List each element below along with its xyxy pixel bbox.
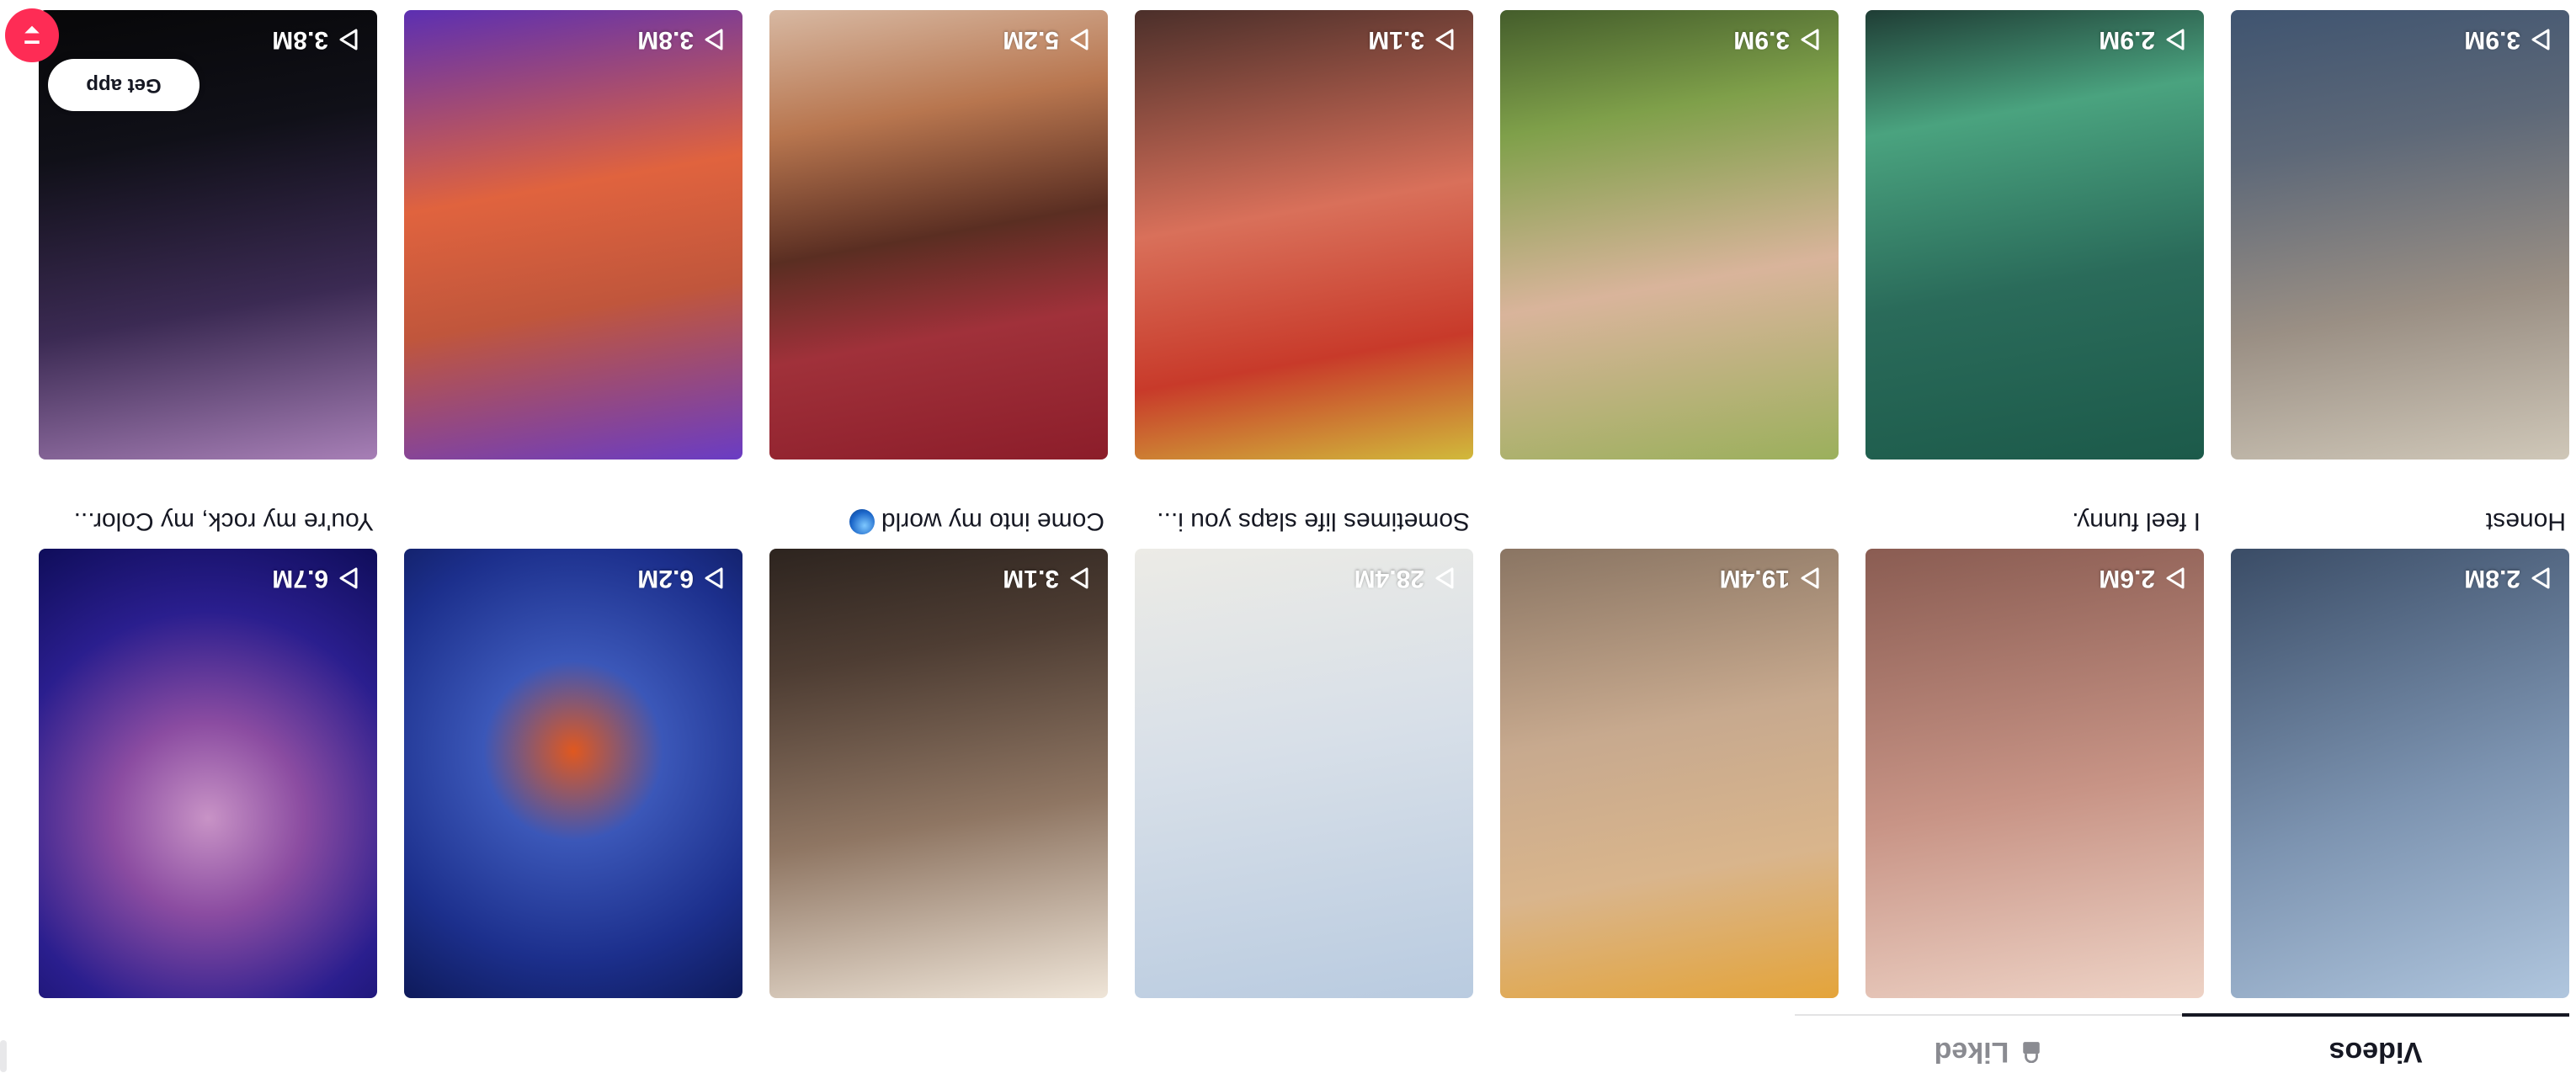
tab-liked[interactable]: Liked (1795, 1015, 2182, 1089)
play-icon (339, 567, 358, 589)
tab-active-underline (2182, 1013, 2569, 1017)
view-count: 2.9M (2099, 25, 2185, 54)
video-card[interactable]: 2.8M (2231, 549, 2569, 998)
view-count: 2.8M (2464, 564, 2551, 592)
view-count: 3.8M (272, 25, 359, 54)
video-card[interactable]: 3.9M (1500, 10, 1839, 460)
play-icon (2531, 567, 2550, 589)
video-caption: Come into my world (766, 502, 1104, 535)
play-icon (1801, 567, 1819, 589)
video-card[interactable]: 5.2M (769, 10, 1108, 460)
video-card[interactable]: 6.2M (404, 549, 742, 998)
play-icon (1070, 567, 1088, 589)
play-icon (1070, 29, 1088, 50)
tab-divider (1795, 1014, 2182, 1016)
play-icon (705, 29, 723, 50)
lock-icon (2023, 1042, 2041, 1063)
play-icon (2166, 29, 2185, 50)
video-card[interactable]: 3.1M (1135, 10, 1473, 460)
view-count: 3.9M (2464, 25, 2551, 54)
scroll-edge-marker (0, 1040, 7, 1072)
tab-videos-label: Videos (2329, 1036, 2423, 1069)
collapse-badge-button[interactable] (5, 8, 59, 62)
view-count: 2.6M (2099, 564, 2185, 592)
play-icon (339, 29, 358, 50)
view-count: 3.9M (1733, 25, 1820, 54)
tab-videos[interactable]: Videos (2182, 1015, 2569, 1089)
video-card[interactable]: 28.4M (1135, 549, 1473, 998)
video-card[interactable]: 6.7M (39, 549, 377, 998)
view-count: 5.2M (1003, 25, 1089, 54)
play-icon (1801, 29, 1819, 50)
view-count: 3.1M (1368, 25, 1455, 54)
video-card[interactable]: 19.4M (1500, 549, 1839, 998)
video-card[interactable]: 2.9M (1865, 10, 2204, 460)
play-icon (1435, 29, 1454, 50)
video-card[interactable]: 3.8M (404, 10, 742, 460)
video-caption: Sometimes life slaps you i... (1157, 507, 1470, 535)
video-card[interactable]: 3.1M (769, 549, 1108, 998)
globe-icon (849, 509, 875, 534)
chevron-icon (24, 25, 40, 44)
video-caption: Honest (2485, 507, 2566, 535)
play-icon (1435, 567, 1454, 589)
video-card[interactable]: 2.6M (1865, 549, 2204, 998)
play-icon (2531, 29, 2550, 50)
video-caption: I feel funny. (2072, 507, 2201, 535)
profile-videos-page: Videos Liked 2.8M 2.6M 19.4M 28.4M 3.1M … (0, 0, 2576, 1089)
view-count: 6.7M (272, 564, 359, 592)
view-count: 3.1M (1003, 564, 1089, 592)
tab-liked-label: Liked (1934, 1036, 2009, 1069)
video-caption (1497, 502, 1835, 535)
play-icon (705, 567, 723, 589)
view-count: 3.8M (637, 25, 724, 54)
video-card[interactable]: 3.9M (2231, 10, 2569, 460)
get-app-button[interactable]: Get app (48, 59, 200, 111)
view-count: 19.4M (1720, 564, 1820, 592)
video-caption (401, 502, 739, 535)
video-caption: You're my rock, my Color... (73, 507, 374, 535)
profile-tabs: Videos Liked (0, 1013, 2576, 1089)
view-count: 6.2M (637, 564, 724, 592)
play-icon (2166, 567, 2185, 589)
view-count: 28.4M (1355, 564, 1455, 592)
